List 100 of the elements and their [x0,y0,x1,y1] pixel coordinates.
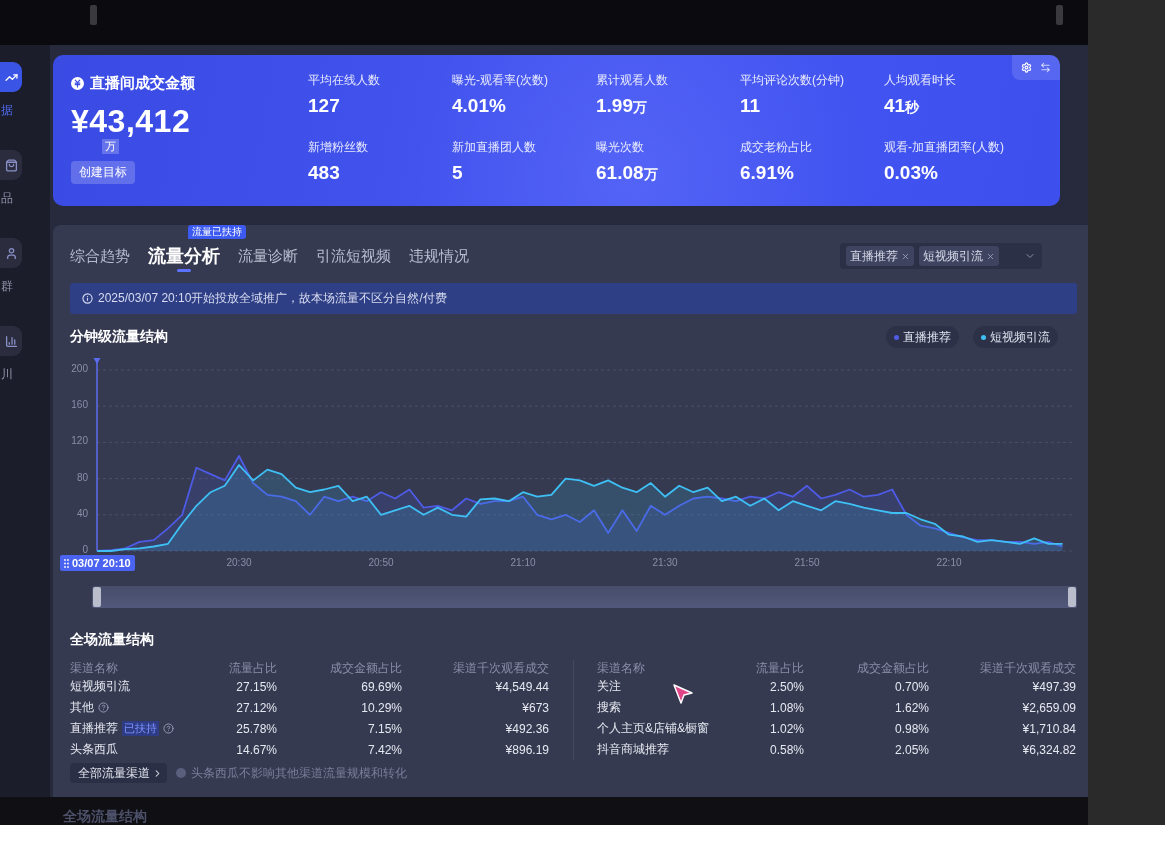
filter-tag[interactable]: 直播推荐 [846,246,914,266]
table-cell: 7.15% [367,721,402,736]
y-axis-label: 80 [76,471,88,483]
channel-name: 个人主页&店铺&橱窗 [597,720,709,737]
column-header: 渠道名称 [597,660,645,677]
x-axis-label: 21:30 [652,557,678,568]
column-header: 成交金额占比 [330,660,402,677]
table-cell: 0.58% [769,742,804,757]
pointer-icon [672,683,694,705]
close-icon[interactable] [901,251,910,261]
y-axis-label: 200 [71,363,88,374]
x-axis-label: 22:10 [936,557,962,568]
info-dot-icon [176,768,186,778]
time-range-slider[interactable] [92,586,1077,608]
channel-name: 搜索 [597,699,621,716]
metric-value: 127 [308,95,340,117]
tab-badge: 流量已扶持 [188,225,246,239]
column-header: 渠道千次观看成交 [453,660,549,677]
x-axis-label: 21:10 [510,557,536,568]
metric-label: 平均在线人数 [308,73,380,88]
metric-value: 1.99万 [596,95,647,118]
slider-handle[interactable] [1068,587,1076,607]
table-cell: 69.69% [361,679,402,694]
sidebar-label[interactable]: 品 [0,191,13,205]
table-cell: ¥6,324.82 [1022,742,1076,757]
channel-name: 头条西瓜 [70,741,118,758]
slider-handle[interactable] [93,587,101,607]
create-goal-button[interactable]: 创建目标 [71,161,135,184]
table-cell: 0.70% [894,679,929,694]
metric-label: 曝光次数 [596,140,644,155]
channel-name: 短视频引流 [70,678,130,695]
channel-name: 直播推荐 [70,720,118,737]
table-cell: 14.67% [236,742,277,757]
metric-value: 61.08万 [596,162,658,185]
supported-tag: 已扶持 [122,721,159,736]
channel-name: 抖音商城推荐 [597,741,669,758]
bar-chart-icon[interactable] [0,326,22,356]
metric-label: 人均观看时长 [884,73,956,88]
close-icon[interactable] [986,251,995,261]
table-cell: ¥1,710.84 [1022,721,1076,736]
swap-arrows-icon[interactable] [1040,62,1052,73]
y-axis-label: 120 [71,435,88,447]
table-cell: 25.78% [236,721,277,736]
table-cell: 7.42% [367,742,402,757]
total-label: 直播间成交金额 [90,73,195,93]
column-header: 成交金额占比 [857,660,929,677]
table-cell: 10.29% [361,700,402,715]
shopping-bag-icon[interactable] [0,150,22,180]
metric-value: 4.01% [452,95,506,117]
metric-label: 平均评论次数(分钟) [740,73,844,88]
sidebar-label[interactable]: 群 [0,279,13,293]
tab[interactable]: 违规情况 [409,244,469,268]
settings-icon[interactable] [1020,62,1032,73]
help-icon[interactable] [98,702,109,713]
legend-item[interactable]: 直播推荐 [886,326,959,348]
notice-text: 2025/03/07 20:10开始投放全域推广，故本场流量不区分自然/付费 [98,290,447,307]
table-cell: 2.05% [894,742,929,757]
metric-value: 483 [308,162,340,184]
cursor-time-tag[interactable]: 03/07 20:10 [60,555,135,571]
table-cell: ¥4,549.44 [495,679,549,694]
table-cell: 1.02% [769,721,804,736]
y-axis-label: 40 [76,507,88,519]
column-header: 流量占比 [756,660,804,677]
column-header: 流量占比 [229,660,277,677]
metric-value: 11 [740,95,761,117]
channel-select[interactable]: 直播推荐 短视频引流 [840,243,1042,269]
info-icon [82,293,93,304]
tab[interactable]: 流量诊断 [238,244,298,268]
metric-label: 新加直播团人数 [452,140,536,155]
y-axis-label: 160 [71,399,88,411]
column-header: 渠道名称 [70,660,118,677]
channel-name: 关注 [597,678,621,695]
tab[interactable]: 引流短视频 [316,244,391,268]
total-value: ¥43,412 [71,103,191,139]
person-icon[interactable] [0,238,22,268]
yen-icon [71,76,84,90]
section-title: 全场流量结构 [63,808,147,824]
table-cell: ¥896.19 [505,742,549,757]
table-cell: 27.15% [236,679,277,694]
table-cell: ¥492.36 [505,721,549,736]
table-cell: ¥497.39 [1032,679,1076,694]
y-axis-label: 0 [82,544,88,555]
legend-item[interactable]: 短视频引流 [973,326,1058,348]
tab[interactable]: 综合趋势 [70,244,130,268]
table-cell: ¥673 [522,700,549,715]
metric-value: 0.03% [884,162,938,184]
table-cell: 27.12% [236,700,277,715]
sidebar-label[interactable]: 川 [0,367,13,381]
table-cell: ¥2,659.09 [1022,700,1076,715]
all-channels-button[interactable]: 全部流量渠道 [70,763,167,783]
frame-marker-icon [1056,5,1063,25]
trend-chart-icon[interactable] [0,62,22,92]
table-cell: 2.50% [769,679,804,694]
filter-tag[interactable]: 短视频引流 [919,246,999,266]
note-text: 头条西瓜不影响其他渠道流量规模和转化 [191,764,407,782]
sidebar-label[interactable]: 据 [0,103,13,117]
channel-name: 其他 [70,699,94,716]
metric-label: 观看-加直播团率(人数) [884,140,1004,155]
help-icon[interactable] [163,723,174,734]
table-cell: 0.98% [894,721,929,736]
